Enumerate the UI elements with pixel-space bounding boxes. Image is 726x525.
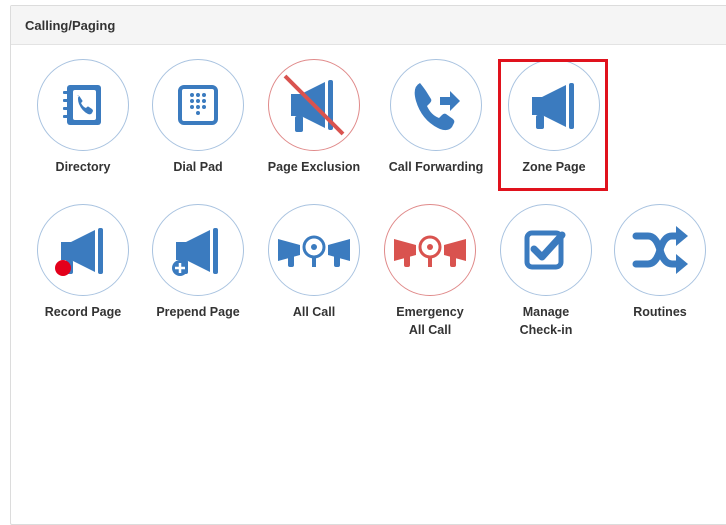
checkbox-icon	[524, 230, 566, 270]
tile-label: Prepend Page	[156, 305, 240, 319]
tile-label: Dial Pad	[173, 160, 223, 174]
tile-emergency-all-call[interactable]: Emergency All Call	[374, 204, 486, 339]
tile-all-call[interactable]: All Call	[258, 204, 370, 321]
tile-page-exclusion[interactable]: Page Exclusion	[258, 59, 370, 176]
tile-label: Routines	[633, 305, 687, 319]
tile-label: Emergency All Call	[374, 303, 486, 339]
tile-routines[interactable]: Routines	[604, 204, 716, 321]
tile-label: Manage Check-in	[490, 303, 602, 339]
shuffle-icon	[632, 226, 688, 274]
tile-label-line2: All Call	[408, 323, 452, 337]
tile-label: All Call	[292, 305, 336, 319]
call-forwarding-icon	[414, 83, 460, 131]
tile-label: Zone Page	[522, 160, 586, 174]
tile-label-line2: Check-in	[519, 323, 573, 337]
tile-prepend-page[interactable]: Prepend Page	[142, 204, 254, 321]
tile-record-page[interactable]: Record Page	[27, 204, 139, 321]
panel-title: Calling/Paging	[11, 6, 726, 45]
tile-manage-check-in[interactable]: Manage Check-in	[490, 204, 602, 339]
tile-label: Directory	[55, 160, 111, 174]
record-page-icon	[55, 228, 103, 276]
tile-label: Page Exclusion	[267, 160, 361, 174]
all-call-icon	[278, 235, 350, 267]
prepend-page-icon	[172, 228, 218, 276]
tile-zone-page[interactable]: Zone Page	[498, 59, 610, 176]
tile-dial-pad[interactable]: Dial Pad	[142, 59, 254, 176]
dialpad-icon	[178, 85, 218, 125]
emergency-all-call-icon	[394, 235, 466, 267]
tile-label-line1: Emergency	[396, 305, 464, 319]
page-exclusion-icon	[283, 74, 345, 136]
directory-icon	[63, 85, 101, 125]
tile-call-forwarding[interactable]: Call Forwarding	[380, 59, 492, 176]
tile-directory[interactable]: Directory	[27, 59, 139, 176]
megaphone-icon	[532, 83, 574, 129]
tile-label: Record Page	[44, 305, 122, 319]
tile-label: Call Forwarding	[388, 160, 484, 174]
tile-label-line1: Manage	[522, 305, 570, 319]
